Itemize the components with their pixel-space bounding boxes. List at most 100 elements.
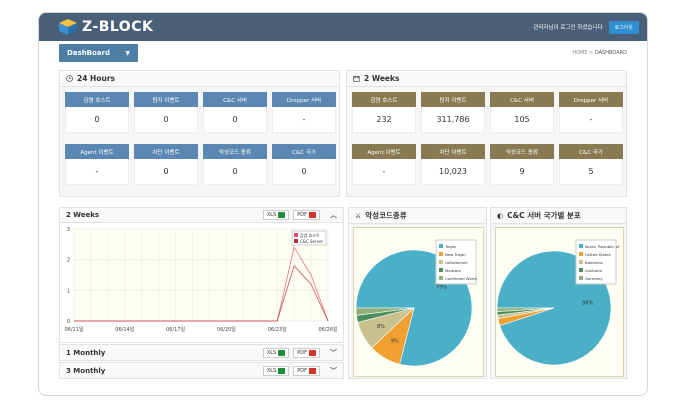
pie-value-label: 96% — [582, 301, 593, 307]
logout-button[interactable]: 로그아웃 — [608, 20, 639, 34]
kpi-24h-card-5[interactable]: 차단 이벤트 0 — [134, 144, 198, 185]
trend-title: 2 Weeks — [66, 211, 100, 219]
sub-header: DashBoard ▼ HOME > DASHBOARD — [39, 41, 647, 65]
breadcrumb-current: DASHBOARD — [594, 50, 627, 56]
kpi-2w-card-5[interactable]: 차단 이벤트 10,023 — [421, 144, 485, 185]
chevron-up-icon[interactable]: ︿ — [330, 210, 337, 220]
kpi-2w-card-3[interactable]: Dropper 서버 - — [559, 92, 623, 133]
y-tick-label: 1 — [67, 288, 70, 294]
kpi-value: - — [65, 159, 129, 185]
legend-label: Trojan — [444, 244, 457, 249]
legend-swatch — [439, 268, 443, 272]
legend-label: United States — [585, 252, 611, 257]
plot-area — [73, 228, 329, 322]
panel-malware-types: ⚔ 악성코드종류 79% 9% 8% Trojan New Trojan UnDetect… — [348, 207, 487, 379]
kpi-24h-card-4[interactable]: Agent 이벤트 - — [65, 144, 129, 185]
x-tick-label: 06/26일 — [318, 326, 337, 333]
kpi-24h-card-2[interactable]: C&C 서버 0 — [203, 92, 267, 133]
dashboard-label: DashBoard — [67, 49, 111, 57]
kpi-24h-card-7[interactable]: C&C 국가 0 — [272, 144, 336, 185]
kpi-label: 탐지 이벤트 — [421, 92, 485, 107]
monthly3-pdf-button[interactable]: PDF — [293, 365, 320, 376]
legend-label: New Trojan — [445, 252, 466, 257]
kpi-value: 0 — [203, 159, 267, 185]
kpi-label: Agent 이벤트 — [352, 144, 416, 159]
cc-country-pie-chart: 96% Korea, Republic of United States Bahama… — [495, 227, 624, 377]
kpi-2w-card-0[interactable]: 감염 호스트 232 — [352, 92, 416, 133]
breadcrumb-home[interactable]: HOME — [572, 50, 587, 56]
kpi-label: 차단 이벤트 — [134, 144, 198, 159]
kpi-value: 105 — [490, 107, 554, 133]
legend-swatch — [439, 260, 443, 264]
chevron-down-icon[interactable]: ﹀ — [330, 366, 337, 376]
cc-title: C&C 서버 국가별 분포 — [507, 211, 581, 220]
x-tick-label: 06/14일 — [115, 326, 134, 333]
pie-value-label: 79% — [436, 285, 447, 291]
excel-icon — [278, 212, 286, 218]
kpi-label: C&C 국가 — [272, 144, 336, 159]
kpi-value: 0 — [65, 107, 129, 133]
legend-label: UnDetected — [445, 260, 468, 265]
monthly3-xls-button[interactable]: XLS — [262, 365, 290, 376]
pie-legend: Trojan New Trojan UnDetected Malware Confirm… — [435, 239, 477, 285]
logo[interactable]: Z-BLOCK — [59, 19, 153, 35]
kpi-2w-card-7[interactable]: C&C 국가 5 — [559, 144, 623, 185]
legend-label: 감염 호스트 — [300, 232, 320, 238]
x-tick-label: 06/17일 — [166, 326, 185, 333]
kpi-2w-card-1[interactable]: 탐지 이벤트 311,786 — [421, 92, 485, 133]
monthly1-pdf-button[interactable]: PDF — [293, 347, 320, 358]
kpi-24h-card-3[interactable]: Dropper 서버 - — [272, 92, 336, 133]
kpi-value: 232 — [352, 107, 416, 133]
chevron-down-icon[interactable]: ﹀ — [330, 348, 337, 358]
kpi-value: 0 — [134, 159, 198, 185]
legend-label: Bahamas — [585, 260, 603, 265]
kpi-24h-card-6[interactable]: 악성코드 종류 0 — [203, 144, 267, 185]
trend-xls-button[interactable]: XLS — [262, 210, 290, 220]
x-tick-label: 06/11일 — [64, 326, 83, 333]
malware-title-row: ⚔ 악성코드종류 — [349, 208, 486, 224]
panel-2-weeks-title: 2 Weeks — [347, 71, 626, 87]
kpi-label: 악성코드 종류 — [490, 144, 554, 159]
kpi-value: - — [352, 159, 416, 185]
kpi-value: 0 — [134, 107, 198, 133]
legend-swatch — [579, 252, 583, 256]
dashboard-menu-button[interactable]: DashBoard ▼ — [59, 44, 138, 62]
kpi-value: 9 — [490, 159, 554, 185]
kpi-value: - — [559, 107, 623, 133]
pdf-icon — [309, 349, 316, 356]
clock-icon — [66, 75, 73, 82]
legend-swatch — [294, 233, 298, 237]
y-tick-label: 0 — [67, 319, 70, 325]
kpi-2w-card-4[interactable]: Agent 이벤트 - — [352, 144, 416, 185]
kpi-2w-card-6[interactable]: 악성코드 종류 9 — [490, 144, 554, 185]
y-tick-label: 3 — [67, 227, 70, 233]
legend-label: C&C Server — [300, 239, 323, 244]
panel-3-monthly: 3 Monthly XLS PDF ﹀ — [59, 362, 344, 379]
pie-value-label: 8% — [377, 324, 385, 330]
kpi-label: 감염 호스트 — [352, 92, 416, 107]
logo-cube-icon — [59, 19, 77, 35]
monthly3-header[interactable]: 3 Monthly XLS PDF ﹀ — [60, 363, 343, 378]
kpi-label: 탐지 이벤트 — [134, 92, 198, 107]
x-tick-label: 06/23일 — [268, 326, 287, 333]
kpi-label: 악성코드 종류 — [203, 144, 267, 159]
legend-swatch — [294, 239, 298, 243]
chart-legend: 감염 호스트C&C Server — [291, 230, 327, 246]
monthly1-xls-button[interactable]: XLS — [262, 347, 290, 358]
kpi-2w-card-2[interactable]: C&C 서버 105 — [490, 92, 554, 133]
kpi-24h-card-0[interactable]: 감염 호스트 0 — [65, 92, 129, 133]
excel-icon — [278, 349, 286, 356]
kpi-value: 5 — [559, 159, 623, 185]
pdf-icon — [309, 367, 316, 374]
panel-1-monthly: 1 Monthly XLS PDF ﹀ — [59, 344, 344, 361]
legend-label: Australia — [585, 268, 602, 273]
pdf-icon — [309, 212, 316, 218]
chevron-down-icon: ▼ — [125, 49, 130, 57]
kpi-24h-card-1[interactable]: 탐지 이벤트 0 — [134, 92, 198, 133]
kpi-value: 0 — [272, 159, 336, 185]
top-bar: Z-BLOCK 관리자님이 로그인 하셨습니다 로그아웃 — [39, 13, 647, 41]
panel-2-weeks: 2 Weeks 감염 호스트 232 탐지 이벤트 311,786 C&C 서버 105 D… — [346, 70, 627, 197]
trend-pdf-button[interactable]: PDF — [293, 210, 320, 220]
trend-line-chart: 0 1 2 3 06/11일 06/14일 06/17일 06/20일 06/23일 06/26일… — [60, 223, 343, 342]
monthly1-header[interactable]: 1 Monthly XLS PDF ﹀ — [60, 345, 343, 360]
